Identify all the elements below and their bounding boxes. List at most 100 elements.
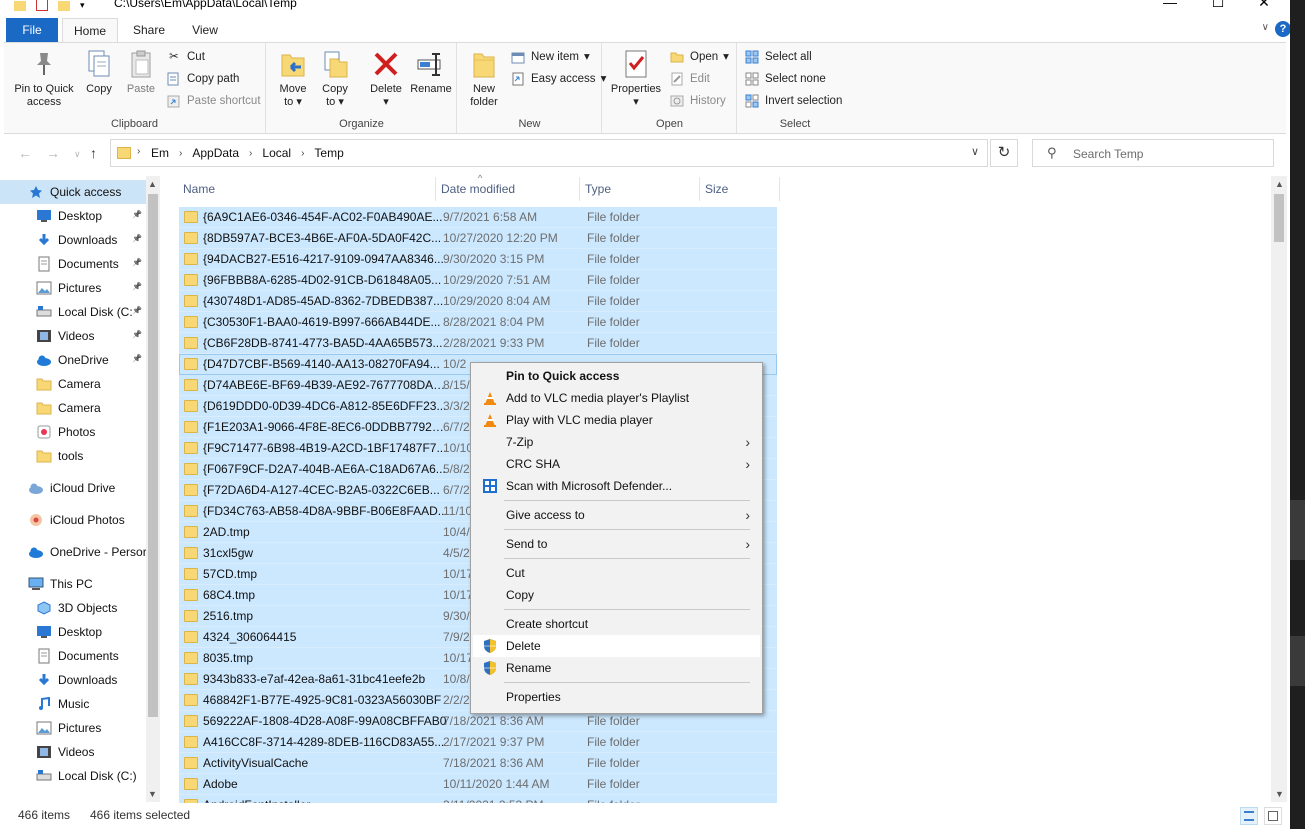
- tab-view[interactable]: View: [180, 18, 230, 42]
- file-row[interactable]: {6A9C1AE6-0346-454F-AC02-F0AB490AE... 9/7…: [179, 207, 777, 228]
- nav-item[interactable]: Documents: [0, 644, 146, 668]
- invert-selection-button[interactable]: Invert selection: [744, 91, 842, 111]
- nav-item[interactable]: Quick access: [0, 180, 146, 204]
- file-row[interactable]: {8DB597A7-BCE3-4B6E-AF0A-5DA0F42C... 10/2…: [179, 228, 777, 249]
- nav-item[interactable]: This PC: [0, 572, 146, 596]
- nav-item[interactable]: iCloud Drive: [0, 476, 146, 500]
- address-bar[interactable]: › Em › AppData › Local › Temp ∨: [110, 139, 988, 167]
- nav-item[interactable]: Local Disk (C: 📌: [0, 300, 146, 324]
- properties-button[interactable]: Properties ▾: [607, 47, 665, 109]
- tab-home[interactable]: Home: [62, 18, 118, 42]
- breadcrumb-item[interactable]: Em: [151, 146, 169, 160]
- file-row[interactable]: {94DACB27-E516-4217-9109-0947AA8346... 9/…: [179, 249, 777, 270]
- cut-button[interactable]: ✂ Cut: [166, 47, 205, 67]
- file-row[interactable]: ActivityVisualCache 7/18/2021 8:36 AM File…: [179, 753, 777, 774]
- pin-quick-access-button[interactable]: Pin to Quick access: [10, 47, 78, 109]
- nav-item[interactable]: tools: [0, 444, 146, 468]
- forward-arrow-icon[interactable]: →: [46, 145, 60, 161]
- scroll-down-icon[interactable]: ▼: [1275, 789, 1284, 799]
- file-row[interactable]: {CB6F28DB-8741-4773-BA5D-4AA65B573... 2/2…: [179, 333, 777, 354]
- file-row[interactable]: 569222AF-1808-4D28-A08F-99A08CBFFAB0 7/18…: [179, 711, 777, 732]
- refresh-button[interactable]: ↻: [990, 139, 1018, 167]
- nav-item[interactable]: Local Disk (C:): [0, 764, 146, 788]
- menu-item[interactable]: Give access to ›: [473, 504, 760, 526]
- nav-item[interactable]: Documents 📌: [0, 252, 146, 276]
- scroll-up-icon[interactable]: ▲: [148, 179, 157, 189]
- nav-item[interactable]: Desktop: [0, 620, 146, 644]
- search-input[interactable]: Search Temp: [1073, 147, 1143, 161]
- nav-item[interactable]: Downloads 📌: [0, 228, 146, 252]
- collapse-ribbon-icon[interactable]: ∨: [1262, 22, 1269, 33]
- nav-item[interactable]: Desktop 📌: [0, 204, 146, 228]
- breadcrumb-chevron-icon[interactable]: ›: [301, 148, 304, 159]
- file-row[interactable]: {430748D1-AD85-45AD-8362-7DBEDB387... 10/…: [179, 291, 777, 312]
- nav-scroll-thumb[interactable]: [148, 194, 158, 717]
- menu-item[interactable]: Rename: [473, 657, 760, 679]
- menu-item[interactable]: Create shortcut: [473, 613, 760, 635]
- search-box[interactable]: ⚲ Search Temp: [1032, 139, 1274, 167]
- breadcrumb-item[interactable]: Local: [262, 146, 291, 160]
- breadcrumb-item[interactable]: Temp: [314, 146, 343, 160]
- breadcrumb-chevron-icon[interactable]: ›: [249, 148, 252, 159]
- back-arrow-icon[interactable]: ←: [18, 145, 32, 161]
- menu-item[interactable]: Pin to Quick access: [473, 365, 760, 387]
- scroll-down-icon[interactable]: ▼: [148, 789, 157, 799]
- paste-shortcut-button[interactable]: Paste shortcut: [166, 91, 261, 111]
- nav-item[interactable]: Camera: [0, 372, 146, 396]
- rename-button[interactable]: Rename: [409, 47, 453, 96]
- menu-item[interactable]: Copy: [473, 584, 760, 606]
- select-all-button[interactable]: Select all: [744, 47, 812, 67]
- menu-item[interactable]: Cut: [473, 562, 760, 584]
- menu-item[interactable]: Send to ›: [473, 533, 760, 555]
- menu-item[interactable]: Add to VLC media player's Playlist: [473, 387, 760, 409]
- file-row[interactable]: {96FBBB8A-6285-4D02-91CB-D61848A05... 10/…: [179, 270, 777, 291]
- nav-item[interactable]: Camera: [0, 396, 146, 420]
- recent-locations-icon[interactable]: ∨: [74, 149, 81, 160]
- menu-item[interactable]: Properties: [473, 686, 760, 708]
- nav-item[interactable]: Music: [0, 692, 146, 716]
- scroll-up-icon[interactable]: ▲: [1275, 179, 1284, 189]
- menu-item[interactable]: 7-Zip ›: [473, 431, 760, 453]
- nav-item[interactable]: Pictures: [0, 716, 146, 740]
- nav-item[interactable]: Videos 📌: [0, 324, 146, 348]
- nav-item[interactable]: OneDrive 📌: [0, 348, 146, 372]
- file-list-scrollbar[interactable]: ▲ ▼: [1271, 176, 1287, 802]
- column-name[interactable]: Name: [178, 177, 436, 201]
- breadcrumb-item[interactable]: AppData: [192, 146, 239, 160]
- copy-to-button[interactable]: Copy to ▾: [317, 47, 353, 109]
- history-button[interactable]: History: [669, 91, 726, 111]
- nav-item[interactable]: 3D Objects: [0, 596, 146, 620]
- select-none-button[interactable]: Select none: [744, 69, 826, 89]
- nav-item[interactable]: iCloud Photos: [0, 508, 146, 532]
- column-date[interactable]: Date modified: [436, 177, 580, 201]
- edit-button[interactable]: Edit: [669, 69, 710, 89]
- maximize-button[interactable]: ☐: [1208, 0, 1228, 10]
- paste-button[interactable]: Paste: [124, 47, 158, 96]
- minimize-button[interactable]: —: [1160, 0, 1180, 10]
- nav-item[interactable]: Downloads: [0, 668, 146, 692]
- help-button[interactable]: ?: [1275, 21, 1291, 37]
- column-type[interactable]: Type: [580, 177, 700, 201]
- nav-item[interactable]: OneDrive - Persor: [0, 540, 146, 564]
- nav-item[interactable]: Videos: [0, 740, 146, 764]
- breadcrumb-chevron-icon[interactable]: ›: [179, 148, 182, 159]
- new-folder-icon[interactable]: [58, 0, 70, 11]
- copy-button[interactable]: Copy: [82, 47, 116, 96]
- column-size[interactable]: Size: [700, 177, 780, 201]
- delete-button[interactable]: Delete ▾: [367, 47, 405, 109]
- menu-item[interactable]: CRC SHA ›: [473, 453, 760, 475]
- nav-item[interactable]: Pictures 📌: [0, 276, 146, 300]
- new-item-button[interactable]: New item ▾: [510, 47, 590, 67]
- address-chevron-icon[interactable]: ›: [137, 146, 140, 157]
- file-row[interactable]: {C30530F1-BAA0-4619-B997-666AB44DE... 8/2…: [179, 312, 777, 333]
- details-view-button[interactable]: [1240, 807, 1258, 825]
- tab-file[interactable]: File: [6, 18, 58, 42]
- open-button[interactable]: Open ▾: [669, 47, 729, 67]
- file-row[interactable]: A416CC8F-3714-4289-8DEB-116CD83A55... 2/1…: [179, 732, 777, 753]
- easy-access-button[interactable]: Easy access ▾: [510, 69, 606, 89]
- address-dropdown-icon[interactable]: ∨: [971, 145, 979, 158]
- copy-path-button[interactable]: Copy path: [166, 69, 239, 89]
- file-row[interactable]: Adobe 10/11/2020 1:44 AM File folder: [179, 774, 777, 795]
- new-folder-button[interactable]: New folder: [464, 47, 504, 109]
- large-icons-view-button[interactable]: [1264, 807, 1282, 825]
